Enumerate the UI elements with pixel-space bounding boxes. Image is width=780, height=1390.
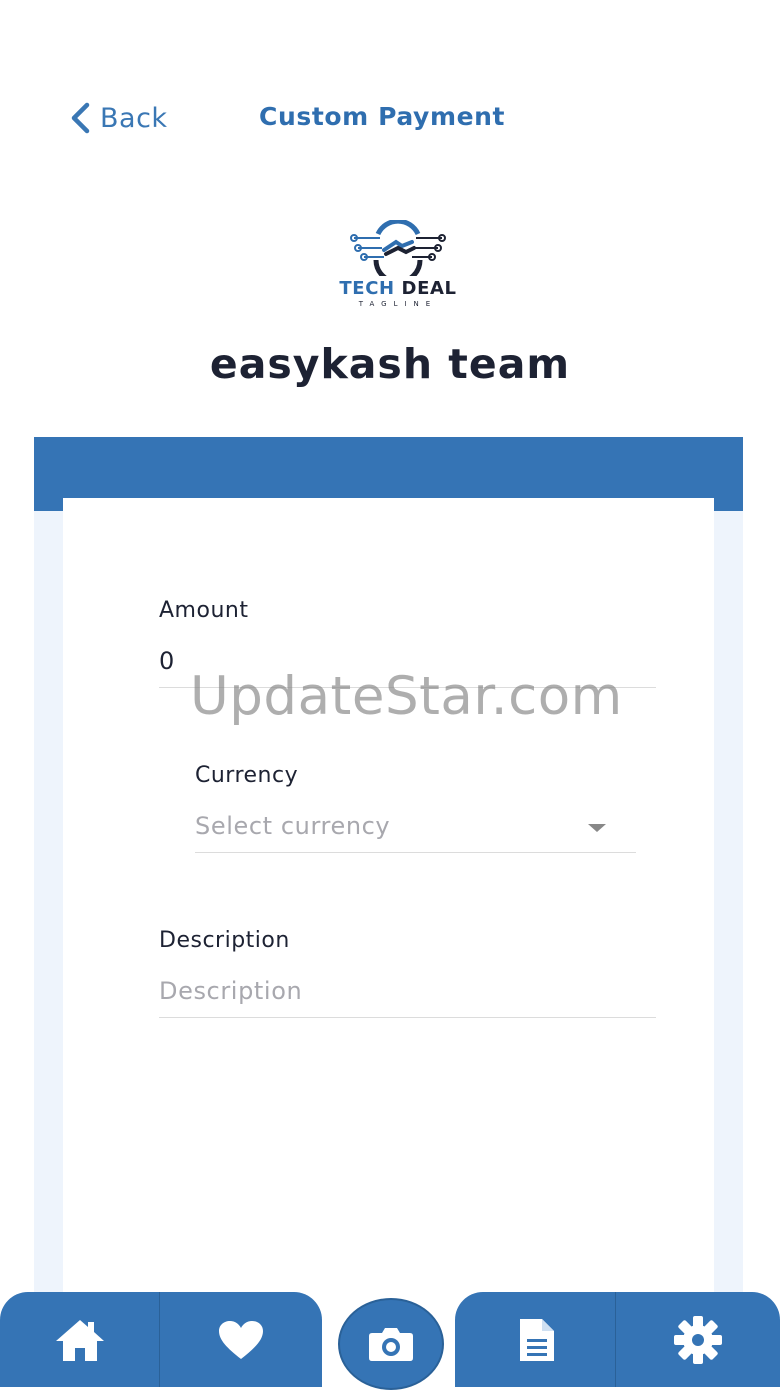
nav-documents-button[interactable] <box>456 1292 615 1387</box>
amount-label: Amount <box>159 598 249 623</box>
amount-field[interactable]: Amount 0 <box>159 598 656 688</box>
chevron-down-icon[interactable] <box>588 824 606 832</box>
nav-favorites-button[interactable] <box>160 1292 322 1387</box>
currency-select[interactable]: Select currency <box>195 812 636 844</box>
nav-settings-button[interactable] <box>616 1292 780 1387</box>
description-field[interactable]: Description Description <box>159 928 656 1018</box>
logo-tagline: TAGLINE <box>358 300 438 308</box>
currency-field[interactable]: Currency Select currency <box>195 763 636 853</box>
gear-icon <box>674 1315 722 1364</box>
description-underline <box>159 1017 656 1018</box>
description-input[interactable]: Description <box>159 977 656 1009</box>
page-title: Custom Payment <box>259 102 506 131</box>
document-icon <box>519 1318 554 1361</box>
back-button[interactable]: Back <box>68 100 168 136</box>
back-label: Back <box>100 102 168 134</box>
heart-icon <box>219 1320 263 1359</box>
handshake-logo-icon <box>350 220 446 276</box>
camera-icon <box>369 1328 413 1361</box>
logo-name: TECH DEAL <box>339 278 457 299</box>
amount-underline <box>159 687 656 688</box>
currency-label: Currency <box>195 763 299 788</box>
nav-camera-button[interactable] <box>338 1298 444 1390</box>
home-icon <box>55 1319 104 1361</box>
amount-input[interactable]: 0 <box>159 647 656 679</box>
nav-home-button[interactable] <box>0 1292 159 1387</box>
chevron-left-icon <box>71 102 90 134</box>
currency-underline <box>195 852 636 853</box>
merchant-logo: TECH DEAL TAGLINE <box>330 220 466 310</box>
header: Back Custom Payment <box>0 0 780 200</box>
currency-placeholder: Select currency <box>195 812 391 840</box>
merchant-name: easykash team <box>209 340 571 388</box>
description-label: Description <box>159 928 290 953</box>
